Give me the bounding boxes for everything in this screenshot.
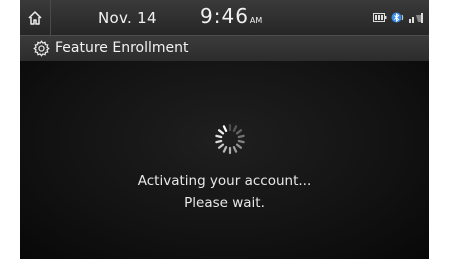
- spinner-segment: [237, 134, 245, 139]
- spinner-segment: [215, 134, 223, 139]
- status-message: Activating your account...: [137, 173, 312, 189]
- bluetooth-icon: [391, 12, 404, 23]
- status-bar: Nov. 14 9:46 AM: [20, 0, 429, 35]
- main-content: Activating your account... Please wait.: [20, 61, 429, 259]
- battery-icon: [373, 13, 387, 22]
- spinner-segment: [217, 143, 225, 149]
- ampm-indicator: AM: [249, 16, 263, 25]
- wait-message: Please wait.: [184, 195, 265, 211]
- spinner-segment: [235, 143, 243, 149]
- clock: 9:46 AM: [200, 4, 262, 28]
- spinner-segment: [232, 146, 238, 153]
- spinner-segment: [232, 125, 238, 132]
- spinner-segment: [237, 139, 245, 144]
- status-icons: [373, 12, 423, 23]
- home-icon: [28, 10, 42, 25]
- loading-spinner: [215, 123, 245, 155]
- spinner-segment: [217, 129, 225, 135]
- gear-icon: [33, 40, 50, 57]
- time-display: 9:46: [200, 4, 249, 28]
- spinner-segment: [222, 125, 228, 132]
- date-display: Nov. 14: [98, 9, 157, 27]
- title-bar: Feature Enrollment: [20, 35, 429, 61]
- home-button[interactable]: [20, 0, 51, 35]
- spinner-segment: [215, 139, 223, 144]
- spinner-segment: [222, 146, 228, 153]
- page-title: Feature Enrollment: [55, 40, 189, 56]
- infotainment-screen: Nov. 14 9:46 AM Feature Enrollment Activ…: [20, 0, 429, 259]
- signal-icon: [409, 12, 423, 23]
- spinner-segment: [235, 129, 243, 135]
